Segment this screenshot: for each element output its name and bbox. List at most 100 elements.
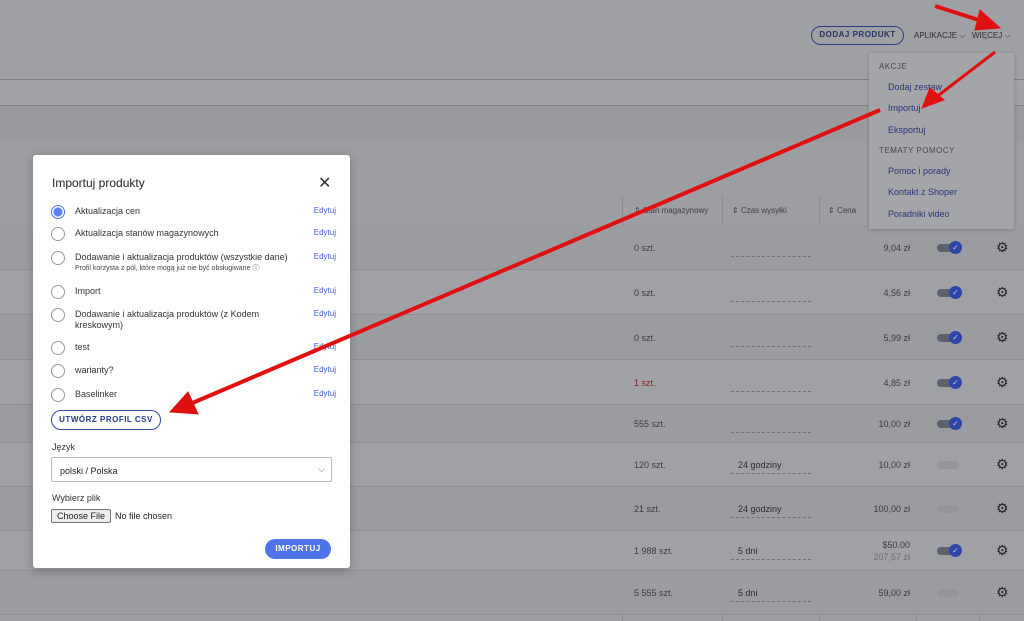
import-button[interactable]: IMPORTUJ [265,539,331,559]
chevron-down-icon: ⌵ [1004,31,1011,40]
price-converted: 207,57 zł [873,552,910,562]
choose-file-button[interactable]: Choose File [51,509,112,523]
menu-item-add-set[interactable]: Dodaj zestaw [888,82,942,92]
table-row[interactable] [0,571,1024,615]
radio-button[interactable] [51,308,65,322]
stock-value: 120 szt. [634,460,666,470]
shipping-field[interactable] [731,601,811,602]
shipping-field[interactable] [731,255,811,257]
radio-button[interactable] [51,285,65,299]
option-label: Baselinker [75,389,118,399]
menu-item-export[interactable]: Eksportuj [888,125,926,135]
gear-icon[interactable]: ⚙ [996,500,1009,517]
option-label: warianty? [75,365,114,375]
language-label: Język [52,442,76,452]
edit-link[interactable]: Edytuj [314,286,336,295]
apps-label: APLIKACJE [914,31,958,40]
option-label: Dodawanie i aktualizacja produktów (wszy… [75,252,288,262]
col-price[interactable]: ⇕ Cena [828,206,856,215]
help-icon[interactable]: ⓘ [252,265,259,272]
edit-link[interactable]: Edytuj [314,365,336,374]
edit-link[interactable]: Edytuj [314,206,336,215]
create-csv-profile-button[interactable]: UTWÓRZ PROFIL CSV [51,410,161,430]
file-label: Wybierz plik [52,493,101,503]
more-menu[interactable]: WIĘCEJ ⌵ [972,31,1011,41]
radio-button[interactable] [51,341,65,355]
modal-title: Importuj produkty [52,176,145,190]
shipping-field[interactable] [731,473,811,474]
shipping-value: 5 dni [738,588,758,598]
col-stock[interactable]: ⇕ Stan magazynowy [634,206,708,215]
shipping-field[interactable] [731,390,811,392]
stock-value: 21 szt. [634,504,661,514]
gear-icon[interactable]: ⚙ [996,329,1009,346]
active-toggle[interactable] [937,589,959,597]
active-toggle[interactable] [937,417,962,430]
gear-icon[interactable]: ⚙ [996,239,1009,256]
edit-link[interactable]: Edytuj [314,342,336,351]
menu-item-contact[interactable]: Kontakt z Shoper [888,187,957,197]
apps-menu[interactable]: APLIKACJE ⌵ [914,31,965,41]
edit-link[interactable]: Edytuj [314,389,336,398]
import-modal: Importuj produkty ✕ Aktualizacja cen Edy… [33,155,350,568]
active-toggle[interactable] [937,240,962,254]
gear-icon[interactable]: ⚙ [996,542,1009,559]
active-toggle[interactable] [937,375,962,389]
radio-button[interactable] [51,388,65,402]
radio-button[interactable] [51,227,65,241]
menu-section-help: TEMATY POMOCY [879,146,955,155]
menu-item-videos[interactable]: Poradniki video [888,209,950,219]
price-value: 5,99 zł [883,332,910,343]
add-product-button[interactable]: DODAJ PRODUKT [811,26,904,45]
shipping-field[interactable] [731,300,811,302]
gear-icon[interactable]: ⚙ [996,456,1009,473]
radio-button[interactable] [51,364,65,378]
price-value: 59,00 zł [878,588,910,598]
edit-link[interactable]: Edytuj [314,228,336,237]
shipping-value: 5 dni [738,546,758,556]
language-select[interactable]: polski / Polska ⌵ [51,457,332,482]
stock-value: 555 szt. [634,419,666,429]
close-icon[interactable]: ✕ [318,173,331,193]
stock-value: 0 szt. [634,332,656,343]
price-value: 10,00 zł [878,460,910,470]
shipping-value: 24 godziny [738,504,782,514]
option-label: Aktualizacja cen [75,206,141,216]
menu-section-actions: AKCJE [879,62,908,71]
active-toggle[interactable] [937,330,962,344]
shipping-field[interactable] [731,559,811,560]
active-toggle[interactable] [937,505,959,513]
shipping-field[interactable] [731,345,811,347]
more-label: WIĘCEJ [972,31,1003,40]
edit-link[interactable]: Edytuj [314,252,336,261]
menu-item-import[interactable]: Importuj [888,103,921,113]
price-value: 4,56 zł [883,287,910,298]
price-value: 100,00 zł [873,504,910,514]
radio-button[interactable] [51,205,65,219]
shipping-field[interactable] [731,432,811,433]
price-value: $50.00 [882,540,910,550]
gear-icon[interactable]: ⚙ [996,284,1009,301]
option-label: Dodawanie i aktualizacja produktów (z Ko… [75,309,260,330]
active-toggle[interactable] [937,544,962,557]
col-shipping[interactable]: ⇕ Czas wysyłki [732,206,787,215]
gear-icon[interactable]: ⚙ [996,374,1009,391]
active-toggle[interactable] [937,461,959,469]
file-input[interactable]: Choose File No file chosen [51,509,172,523]
radio-button[interactable] [51,251,65,265]
chevron-down-icon: ⌵ [959,31,966,40]
option-label: test [75,342,90,352]
price-value: 4,85 zł [883,377,910,388]
gear-icon[interactable]: ⚙ [996,584,1009,601]
file-status: No file chosen [115,511,173,521]
option-note: Profil korzysta z pól, które mogą już ni… [75,265,251,272]
shipping-field[interactable] [731,517,811,518]
option-label: Aktualizacja stanów magazynowych [75,228,219,238]
stock-value: 0 szt. [634,287,656,298]
menu-item-help[interactable]: Pomoc i porady [888,166,951,176]
edit-link[interactable]: Edytuj [314,309,336,318]
gear-icon[interactable]: ⚙ [996,415,1009,432]
stock-value: 1 988 szt. [634,546,674,556]
active-toggle[interactable] [937,285,962,299]
shipping-value: 24 godziny [738,460,782,470]
